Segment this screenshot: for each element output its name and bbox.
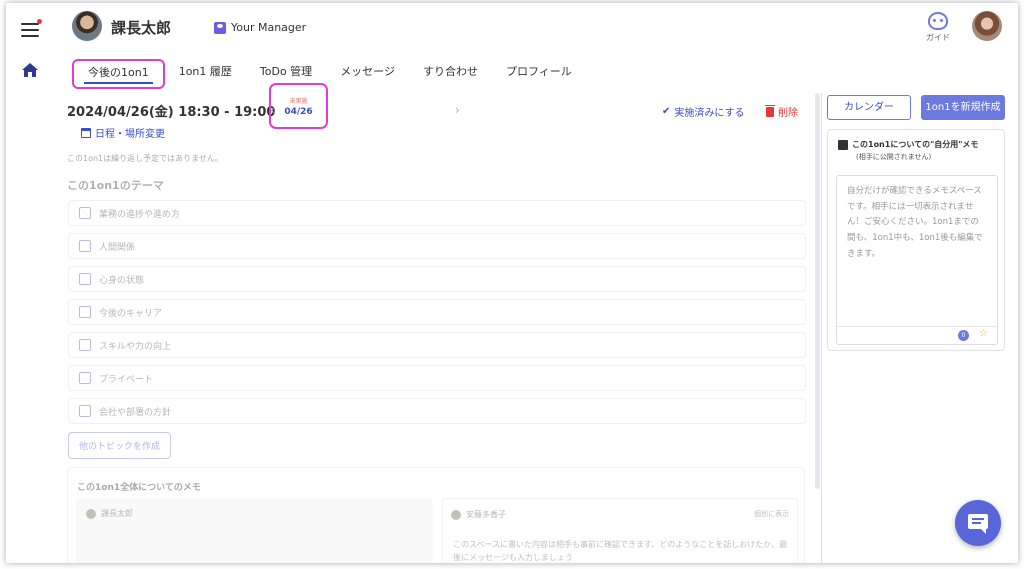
star-icon[interactable]: ☆ <box>979 328 988 339</box>
member-memo-lane[interactable]: 安藤多香子 個別に表示 このスペースに書いた内容は相手も事前に確認できます。どの… <box>442 498 798 563</box>
screenshot-frame: 課長太郎 Your Manager ガイド 今後の1on1 1on1 履歴 To… <box>0 0 1024 569</box>
meeting-datetime: 2024/04/26(金) 18:30 - 19:00 <box>67 105 276 120</box>
manager-label: Your Manager <box>231 21 307 34</box>
topic-label: プライベート <box>99 374 154 385</box>
topic-item[interactable]: 今後のキャリア <box>68 299 806 325</box>
avatar <box>86 508 96 519</box>
manager-badge: Your Manager <box>214 21 306 34</box>
meeting-content: この1on1は繰り返し予定ではありません。 この1on1のテーマ 業務の進捗や進… <box>67 153 815 563</box>
new-1on1-button[interactable]: 1on1を新規作成 <box>921 95 1005 120</box>
memo-author: 課長太郎 <box>86 508 133 519</box>
tab-messages[interactable]: メッセージ <box>326 59 409 89</box>
private-memo-subtitle: (相手に公開されません) <box>856 153 932 161</box>
private-memo-header: この1on1についての"自分用"メモ <box>838 139 978 150</box>
private-memo-title: この1on1についての"自分用"メモ <box>852 140 979 149</box>
overall-memo-card: この1on1全体についてのメモ 課長太郎 安藤多香子 個別に表示 このスペースに… <box>67 467 805 563</box>
topic-label: 人間関係 <box>99 242 136 253</box>
calendar-button[interactable]: カレンダー <box>827 95 911 120</box>
topic-item[interactable]: 心身の状態 <box>68 266 806 292</box>
checkbox-icon[interactable] <box>79 240 91 252</box>
private-memo-panel: この1on1についての"自分用"メモ (相手に公開されません) 自分だけが確認で… <box>827 129 1005 351</box>
calendar-icon <box>81 127 91 138</box>
user-name: 課長太郎 <box>111 19 172 37</box>
topic-label: 業務の進捗や進め方 <box>99 209 181 220</box>
panel-divider <box>821 93 822 563</box>
tab-upcoming-1on1[interactable]: 今後の1on1 <box>72 59 165 89</box>
tab-profile[interactable]: プロフィール <box>492 59 586 89</box>
meeting-status: 未実施 <box>289 98 308 105</box>
overall-memo-title: この1on1全体についてのメモ <box>77 483 201 493</box>
person-card-icon <box>214 21 226 34</box>
topic-item[interactable]: スキルや力の向上 <box>68 332 806 358</box>
topic-label: 心身の状態 <box>99 275 145 286</box>
change-schedule-label: 日程・場所変更 <box>95 129 165 140</box>
trash-icon <box>765 104 775 117</box>
memo-footer: 0 ☆ <box>837 326 997 344</box>
checkbox-icon[interactable] <box>79 306 91 318</box>
create-topic-button[interactable]: 他のトピックを作成 <box>68 432 172 459</box>
topic-item[interactable]: 人間関係 <box>68 233 806 259</box>
mark-done-label: 実施済みにする <box>674 108 745 119</box>
double-check-icon: ✔ <box>662 106 671 117</box>
coin-icon[interactable]: 0 <box>958 330 969 341</box>
avatar <box>451 509 461 520</box>
topic-item[interactable]: 業務の進捗や進め方 <box>68 200 806 226</box>
individual-view-link[interactable]: 個別に表示 <box>754 509 789 519</box>
meeting-status-selector[interactable]: 未実施 04/26 <box>269 83 328 129</box>
mark-done-button[interactable]: ✔ 実施済みにする <box>662 104 745 119</box>
manager-memo-lane[interactable]: 課長太郎 <box>76 498 433 563</box>
change-schedule-link[interactable]: 日程・場所変更 <box>81 125 165 140</box>
tab-1on1-history[interactable]: 1on1 履歴 <box>165 59 246 89</box>
left-rail <box>6 3 54 563</box>
checkbox-icon[interactable] <box>79 339 91 351</box>
private-memo-placeholder: 自分だけが確認できるメモスペースです。相手には一切表示されません！ご安心ください… <box>847 186 983 259</box>
repeat-note: この1on1は繰り返し予定ではありません。 <box>67 154 223 163</box>
memo-author: 安藤多香子 <box>451 509 506 520</box>
memo-author-name: 課長太郎 <box>101 509 133 518</box>
tab-bar: 今後の1on1 1on1 履歴 ToDo 管理 メッセージ すり合わせ プロフィ… <box>72 59 586 89</box>
avatar <box>72 11 102 41</box>
topic-label: 会社や部署の方針 <box>99 407 172 418</box>
memo-author-name: 安藤多香子 <box>466 510 506 519</box>
theme-title: この1on1のテーマ <box>67 179 164 192</box>
chat-icon <box>968 514 988 534</box>
checkbox-icon[interactable] <box>79 372 91 384</box>
app-window: 課長太郎 Your Manager ガイド 今後の1on1 1on1 履歴 To… <box>6 3 1018 563</box>
topic-item[interactable]: 会社や部署の方針 <box>68 398 806 424</box>
meeting-date-short: 04/26 <box>284 107 313 117</box>
private-memo-textarea[interactable]: 自分だけが確認できるメモスペースです。相手には一切表示されません！ご安心ください… <box>836 175 998 345</box>
guide-button[interactable]: ガイド <box>924 12 952 43</box>
tab-alignment[interactable]: すり合わせ <box>409 59 492 89</box>
checkbox-icon[interactable] <box>79 273 91 285</box>
guide-label: ガイド <box>926 33 950 42</box>
guide-icon <box>928 12 948 30</box>
menu-icon[interactable] <box>21 19 42 37</box>
account-avatar[interactable] <box>972 11 1002 41</box>
delete-label: 削除 <box>778 108 798 119</box>
home-icon[interactable] <box>22 63 38 77</box>
main-scrollbar[interactable] <box>815 93 820 489</box>
topic-label: スキルや力の向上 <box>99 341 172 352</box>
checkbox-icon[interactable] <box>79 207 91 219</box>
topic-item[interactable]: プライベート <box>68 365 806 391</box>
delete-button[interactable]: 削除 <box>765 104 798 119</box>
memo-icon <box>838 139 848 150</box>
notification-dot <box>37 19 42 24</box>
topic-label: 今後のキャリア <box>99 308 163 319</box>
chat-button[interactable] <box>955 500 1001 546</box>
checkbox-icon[interactable] <box>79 405 91 417</box>
next-meeting-arrow[interactable]: › <box>455 103 460 117</box>
member-memo-text: このスペースに書いた内容は相手も事前に確認できます。どのようなことを話しおけたか… <box>453 540 788 562</box>
